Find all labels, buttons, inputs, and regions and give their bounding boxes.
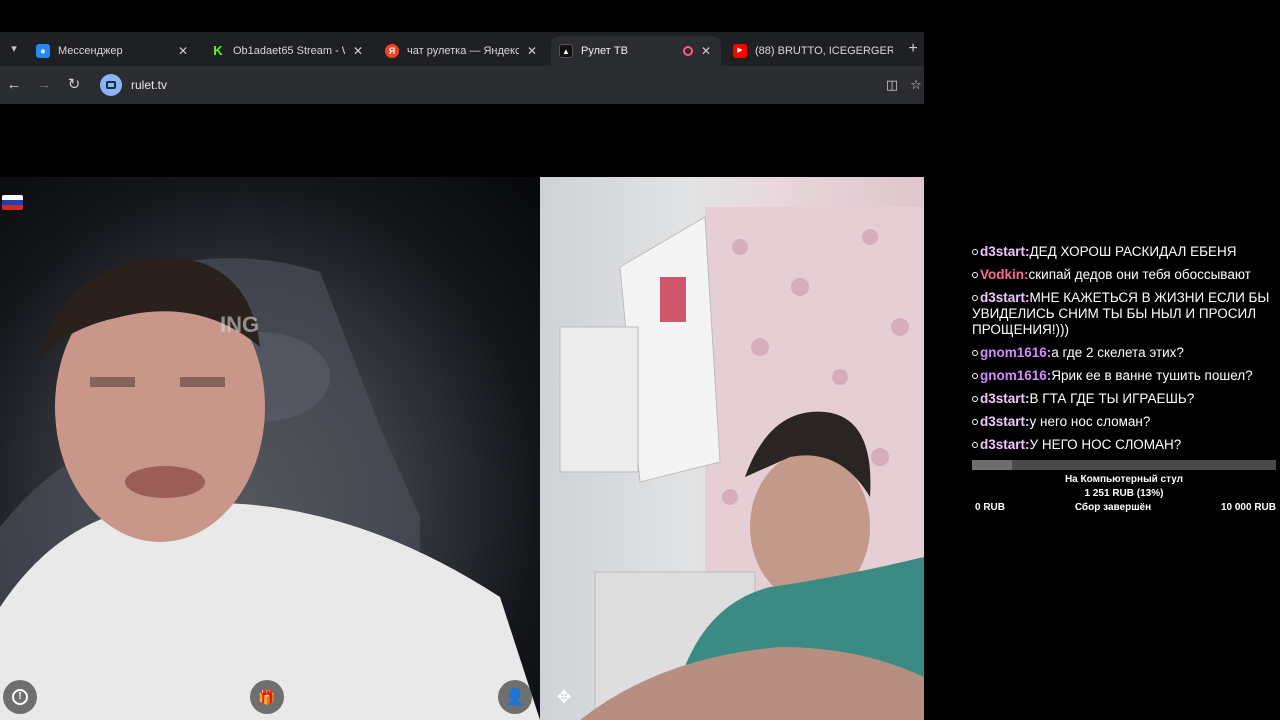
tab-rulet-tv[interactable]: ▲ Рулет ТВ ✕ xyxy=(551,36,721,66)
chat-username: gnom1616: xyxy=(980,345,1052,360)
donation-min: 0 RUB xyxy=(975,502,1006,513)
donation-max: 10 000 RUB xyxy=(1220,502,1276,513)
chat-bullet-icon xyxy=(972,442,978,448)
donation-progress-fill xyxy=(972,460,1012,470)
tab-title: Рулет ТВ xyxy=(581,45,628,57)
tab-title: Ob1adaet65 Stream - Wat xyxy=(233,45,345,57)
close-icon[interactable]: ✕ xyxy=(699,44,713,58)
russia-flag-icon xyxy=(2,195,23,210)
close-icon[interactable]: ✕ xyxy=(176,44,190,58)
chat-text: Ярик ее в ванне тушить пошел? xyxy=(1051,368,1253,383)
reload-button[interactable]: ↻ xyxy=(64,75,84,95)
tab-yandex[interactable]: Я чат рулетка — Яндекс: на ✕ xyxy=(377,36,547,66)
browser-toolbar: ← → ↻ rulet.tv ◫ ☆ xyxy=(0,66,924,104)
chat-username: gnom1616: xyxy=(980,368,1052,383)
address-bar[interactable]: rulet.tv xyxy=(96,71,876,99)
chat-username: d3start: xyxy=(980,414,1030,429)
site-info-icon[interactable] xyxy=(100,74,122,96)
chat-bullet-icon xyxy=(972,396,978,402)
profile-button[interactable]: 👤 xyxy=(498,680,532,714)
chat-message: gnom1616:а где 2 скелета этих? xyxy=(972,345,1272,361)
chat-bullet-icon xyxy=(972,373,978,379)
url-text: rulet.tv xyxy=(131,78,168,92)
chat-text: В ГТА ГДЕ ТЫ ИГРАЕШЬ? xyxy=(1029,391,1195,406)
chat-bullet-icon xyxy=(972,295,978,301)
chat-text: скипай дедов они тебя обоссывают xyxy=(1028,267,1251,282)
chat-bullet-icon xyxy=(972,350,978,356)
chat-username: d3start: xyxy=(980,244,1030,259)
tab-title: Мессенджер xyxy=(58,45,123,57)
gift-button[interactable]: 🎁 xyxy=(250,680,284,714)
rulet-page: ING ! 🎁 👤 ✥ xyxy=(0,104,924,720)
chat-username: d3start: xyxy=(980,290,1030,305)
donation-scale: 0 RUB Сбор завершён 10 000 RUB xyxy=(972,502,1276,513)
forward-button[interactable]: → xyxy=(34,75,54,95)
user-icon: 👤 xyxy=(505,689,525,706)
chat-bullet-icon xyxy=(972,272,978,278)
kick-icon: K xyxy=(213,43,223,58)
donation-amount: 1 251 RUB (13%) xyxy=(1084,488,1164,499)
back-button[interactable]: ← xyxy=(4,75,24,95)
chat-message: d3start:у него нос сломан? xyxy=(972,414,1272,430)
tab-youtube[interactable]: ▶ (88) BRUTTO, ICEGERGERT xyxy=(725,36,901,66)
chat-message: d3start:МНЕ КАЖЕТЬСЯ В ЖИЗНИ ЕСЛИ БЫ УВИ… xyxy=(972,290,1272,338)
close-icon[interactable]: ✕ xyxy=(351,44,365,58)
tab-messenger[interactable]: ● Мессенджер ✕ xyxy=(28,36,198,66)
stream-overlay: d3start:ДЕД ХОРОШ РАСКИДАЛ ЕБЕНЯ Vodkin:… xyxy=(924,0,1280,720)
partner-video-frame xyxy=(559,207,924,720)
chat-bullet-icon xyxy=(972,249,978,255)
chat-text: У НЕГО НОС СЛОМАН? xyxy=(1029,437,1182,452)
tab-strip: ▾ ● Мессенджер ✕ K Ob1adaet65 Stream - W… xyxy=(0,32,924,66)
chat-feed: d3start:ДЕД ХОРОШ РАСКИДАЛ ЕБЕНЯ Vodkin:… xyxy=(972,244,1272,460)
chat-message: d3start:ДЕД ХОРОШ РАСКИДАЛ ЕБЕНЯ xyxy=(972,244,1272,260)
donation-status: Сбор завершён xyxy=(1074,502,1152,513)
controller-button[interactable]: ✥ xyxy=(547,680,581,714)
chat-text: а где 2 скелета этих? xyxy=(1051,345,1184,360)
close-icon[interactable]: ✕ xyxy=(525,44,539,58)
bookmark-star-icon[interactable]: ☆ xyxy=(906,75,924,95)
tab-title: чат рулетка — Яндекс: на xyxy=(407,45,519,57)
tab-title: (88) BRUTTO, ICEGERGERT xyxy=(755,45,893,57)
youtube-icon: ▶ xyxy=(733,44,747,58)
report-button[interactable]: ! xyxy=(3,680,37,714)
recording-icon xyxy=(683,46,693,56)
donation-goal: На Компьютерный стул 1 251 RUB (13%) 0 R… xyxy=(972,460,1276,513)
browser-window: ▾ ● Мессенджер ✕ K Ob1adaet65 Stream - W… xyxy=(0,0,924,720)
install-app-icon[interactable]: ◫ xyxy=(882,75,902,95)
chat-message: gnom1616:Ярик ее в ванне тушить пошел? xyxy=(972,368,1272,384)
chat-text: у него нос сломан? xyxy=(1029,414,1151,429)
chat-message: d3start:В ГТА ГДЕ ТЫ ИГРАЕШЬ? xyxy=(972,391,1272,407)
partner-camera-video: ✥ xyxy=(540,177,924,720)
gamepad-icon: ✥ xyxy=(556,686,572,707)
new-tab-button[interactable]: + xyxy=(904,38,922,60)
chat-text: ДЕД ХОРОШ РАСКИДАЛ ЕБЕНЯ xyxy=(1029,244,1237,259)
gift-icon: 🎁 xyxy=(258,688,276,705)
chat-username: d3start: xyxy=(980,391,1030,406)
messenger-icon: ● xyxy=(36,44,50,58)
rulet-icon: ▲ xyxy=(559,44,573,58)
local-video-frame: ING xyxy=(0,257,540,720)
chat-username: Vodkin: xyxy=(980,267,1029,282)
tab-search-icon[interactable]: ▾ xyxy=(4,38,24,60)
chat-message: Vodkin:скипай дедов они тебя обоссывают xyxy=(972,267,1272,283)
chat-message: d3start:У НЕГО НОС СЛОМАН? xyxy=(972,437,1272,453)
chat-bullet-icon xyxy=(972,419,978,425)
yandex-icon: Я xyxy=(385,44,399,58)
tab-kick-stream[interactable]: K Ob1adaet65 Stream - Wat ✕ xyxy=(203,36,373,66)
local-camera-video: ING ! 🎁 👤 xyxy=(0,177,540,720)
donation-progress-bar xyxy=(972,460,1276,470)
chat-username: d3start: xyxy=(980,437,1030,452)
alert-circle-icon: ! xyxy=(12,689,28,705)
svg-text:ING: ING xyxy=(220,312,259,337)
donation-goal-title: На Компьютерный стул xyxy=(1064,474,1184,485)
